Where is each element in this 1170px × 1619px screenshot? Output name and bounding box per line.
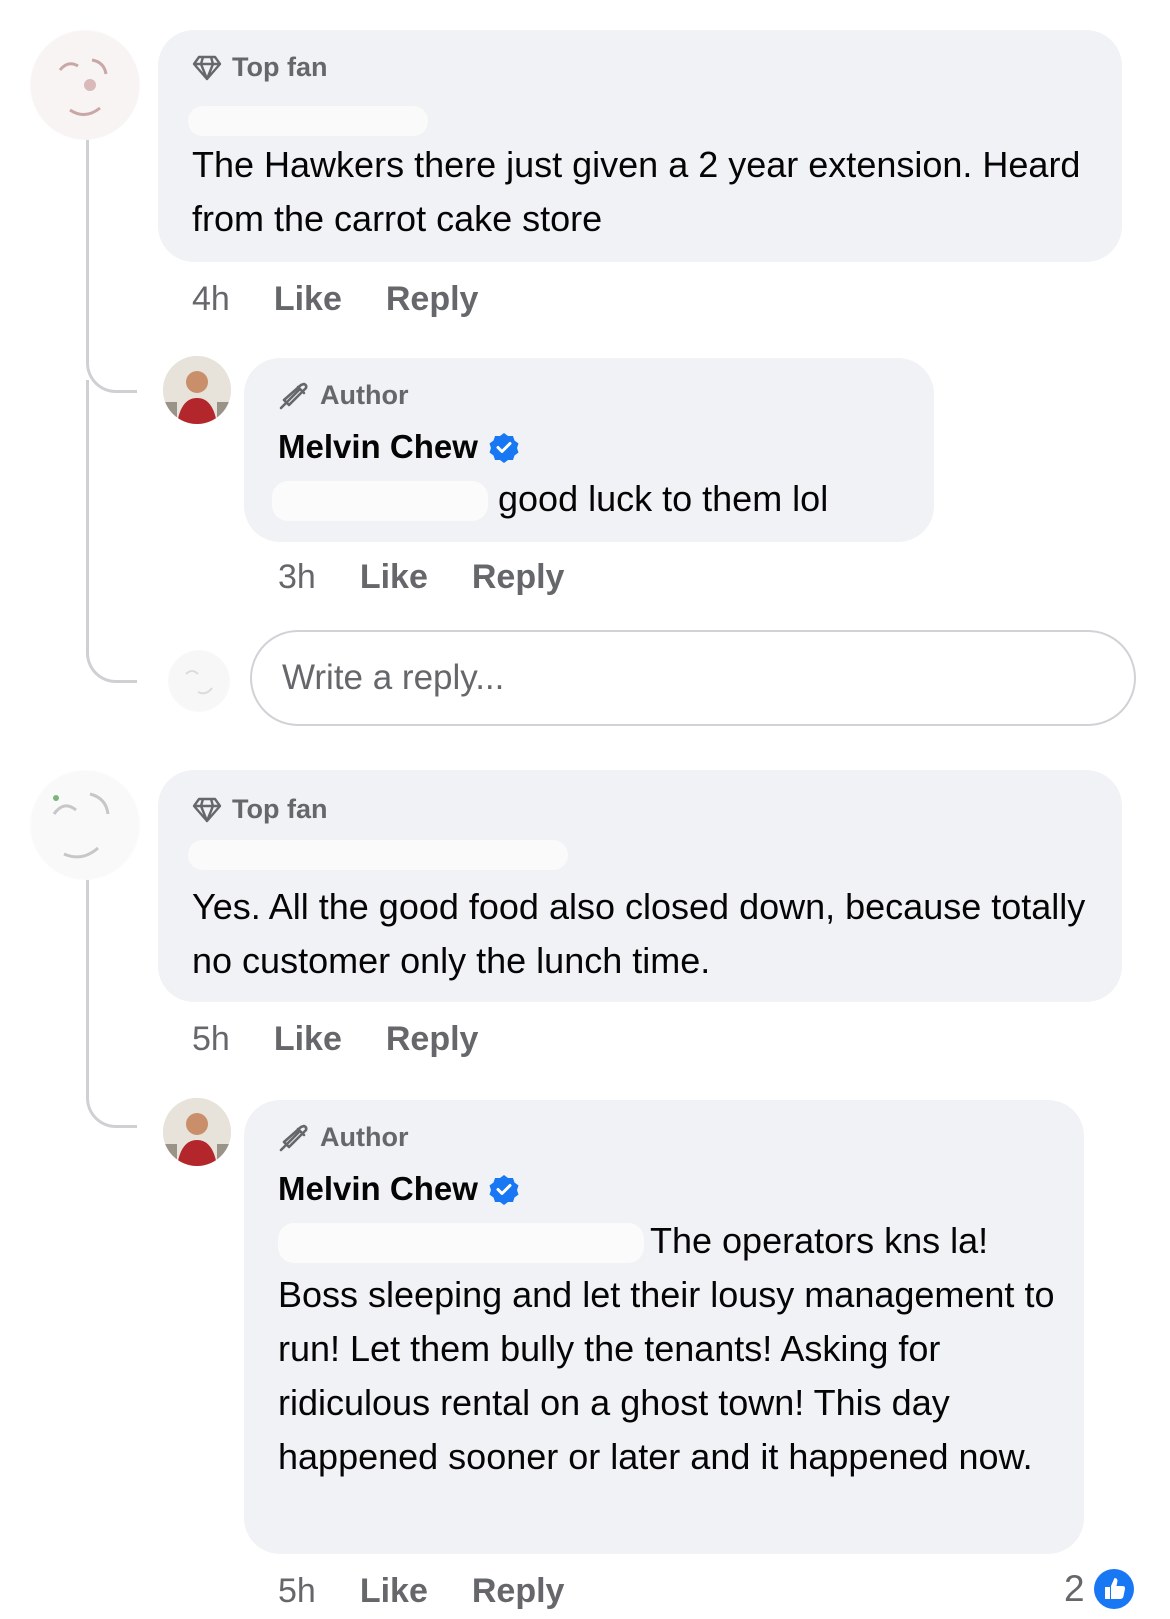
badge-label: Author [320, 380, 409, 410]
commenter-name-text[interactable]: Melvin Chew [278, 1170, 478, 1208]
commenter-name[interactable]: Melvin Chew [278, 1170, 520, 1208]
top-fan-badge: Top fan [192, 794, 327, 825]
redacted-name[interactable] [188, 106, 428, 136]
author-avatar[interactable] [163, 1098, 231, 1166]
badge-label: Top fan [232, 52, 328, 82]
like-button[interactable]: Like [274, 1020, 342, 1059]
write-reply-input[interactable]: Write a reply... [250, 630, 1136, 726]
reaction-summary[interactable]: 2 [1064, 1568, 1135, 1610]
reply-text: good luck to them lol [498, 478, 829, 519]
avatar[interactable] [30, 770, 140, 880]
reply-button[interactable]: Reply [386, 1020, 479, 1059]
comment-actions: 5h Like Reply [192, 1020, 478, 1059]
like-button[interactable]: Like [360, 1572, 428, 1611]
comment-actions: 4h Like Reply [192, 280, 478, 319]
thread-connector [86, 1040, 137, 1128]
comment-time[interactable]: 4h [192, 280, 230, 319]
top-fan-badge: Top fan [192, 52, 327, 83]
reply-button[interactable]: Reply [472, 558, 565, 597]
badge-label: Author [320, 1122, 409, 1152]
avatar[interactable] [30, 30, 140, 140]
redacted-mention[interactable] [278, 1223, 644, 1264]
author-badge: Author [278, 1122, 408, 1153]
diamond-icon [192, 797, 222, 822]
comment-bubble: Top fan Yes. All the good food also clos… [158, 770, 1122, 1002]
reply-text-line: good luck to them lol [272, 472, 828, 526]
author-avatar[interactable] [163, 356, 231, 424]
redacted-name[interactable] [188, 840, 568, 870]
reaction-count: 2 [1064, 1568, 1085, 1609]
comment-time[interactable]: 5h [192, 1020, 230, 1059]
reply-time[interactable]: 3h [278, 558, 316, 597]
verified-badge-icon [489, 433, 519, 463]
diamond-icon [192, 55, 222, 80]
like-button[interactable]: Like [274, 280, 342, 319]
badge-label: Top fan [232, 794, 328, 824]
author-badge: Author [278, 380, 408, 411]
reply-bubble: Author Melvin Chew The operators kns la!… [244, 1100, 1084, 1554]
like-button[interactable]: Like [360, 558, 428, 597]
commenter-name[interactable]: Melvin Chew [278, 428, 520, 466]
commenter-name-text[interactable]: Melvin Chew [278, 428, 478, 466]
megaphone-icon [279, 382, 308, 409]
current-user-avatar [168, 650, 230, 712]
reply-actions: 3h Like Reply [278, 558, 564, 597]
megaphone-icon [279, 1124, 308, 1151]
comment-text: Yes. All the good food also closed down,… [192, 886, 1086, 981]
redacted-mention[interactable] [272, 481, 488, 522]
reply-text: The operators kns la! Boss sleeping and … [278, 1214, 1058, 1484]
reply-button[interactable]: Reply [472, 1572, 565, 1611]
thread-connector [86, 380, 137, 683]
reply-actions: 5h Like Reply [278, 1572, 564, 1611]
like-reaction-icon [1093, 1569, 1134, 1609]
reply-time[interactable]: 5h [278, 1572, 316, 1611]
reply-bubble: Author Melvin Chew good luck to them lol [244, 358, 934, 542]
comment-bubble: Top fan The Hawkers there just given a 2… [158, 30, 1122, 262]
verified-badge-icon [489, 1175, 519, 1205]
reply-button[interactable]: Reply [386, 280, 479, 319]
comment-text: The Hawkers there just given a 2 year ex… [192, 144, 1081, 239]
